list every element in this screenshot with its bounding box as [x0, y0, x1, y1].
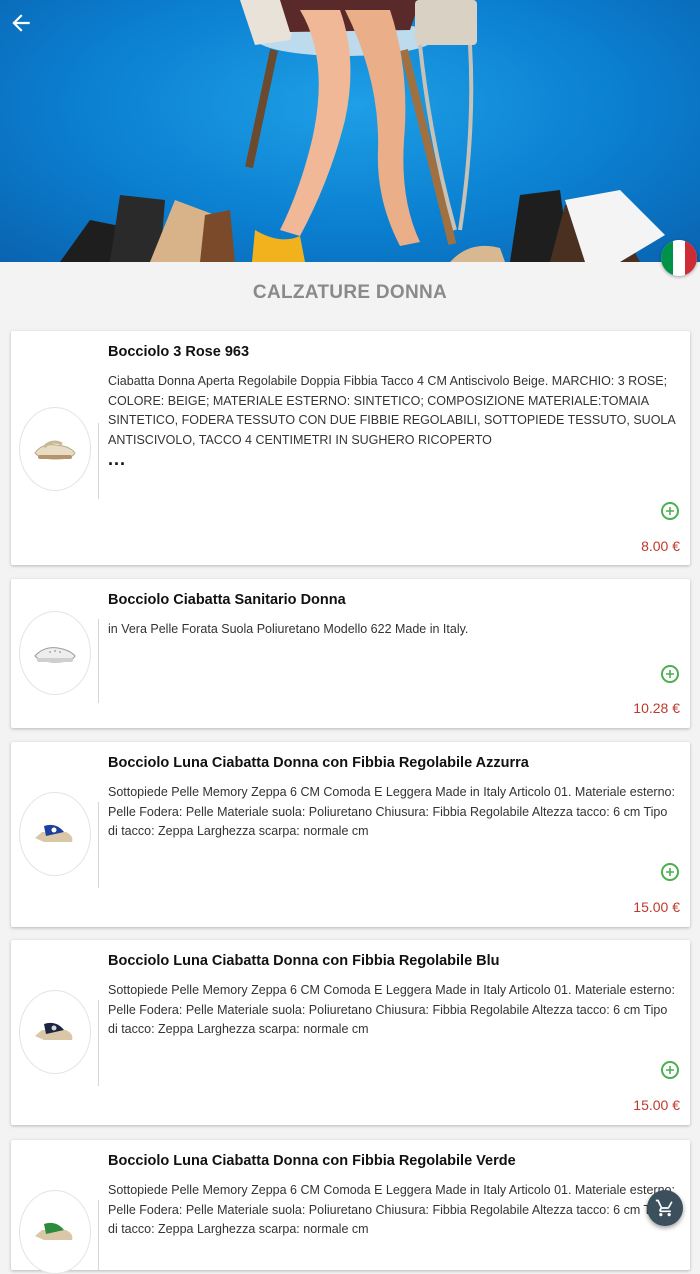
product-description: Sottopiede Pelle Memory Zeppa 6 CM Comod… [108, 785, 675, 838]
plus-icon [666, 1066, 674, 1074]
card-divider [98, 619, 99, 703]
add-to-cart-button[interactable] [661, 863, 679, 881]
product-title[interactable]: Bocciolo Ciabatta Sanitario Donna [108, 592, 680, 608]
plus-icon [666, 507, 674, 515]
product-card[interactable]: Bocciolo Luna Ciabatta Donna con Fibbia … [11, 1140, 690, 1274]
product-thumbnail[interactable] [19, 990, 91, 1074]
plus-icon [666, 868, 674, 876]
card-divider [98, 1200, 99, 1270]
more-indicator: ... [108, 449, 127, 469]
product-description: in Vera Pelle Forata Suola Poliuretano M… [108, 622, 469, 636]
add-to-cart-button[interactable] [661, 1061, 679, 1079]
card-divider [98, 423, 99, 499]
page-title: CALZATURE DONNA [252, 282, 448, 303]
product-title[interactable]: Bocciolo 3 Rose 963 [108, 344, 680, 360]
sandal-image [34, 440, 76, 460]
product-price: 8.00 € [641, 538, 680, 554]
plus-icon [666, 670, 674, 678]
add-to-cart-button[interactable] [661, 665, 679, 683]
product-description: Ciabatta Donna Aperta Regolabile Doppia … [108, 374, 676, 447]
language-flag-italy[interactable] [661, 240, 697, 276]
sandal-image [34, 647, 76, 663]
product-title[interactable]: Bocciolo Luna Ciabatta Donna con Fibbia … [108, 953, 680, 969]
sandal-image [35, 824, 73, 842]
product-thumbnail[interactable] [19, 792, 91, 876]
product-description: Sottopiede Pelle Memory Zeppa 6 CM Comod… [108, 1183, 675, 1236]
product-card[interactable]: Bocciolo Luna Ciabatta Donna con Fibbia … [11, 940, 690, 1125]
sandal-image [35, 1022, 73, 1040]
product-thumbnail[interactable] [19, 1190, 91, 1274]
arrow-left-icon [12, 14, 30, 32]
hero-banner [0, 0, 700, 262]
shopping-cart-icon [655, 1199, 673, 1217]
product-price: 10.28 € [633, 700, 680, 716]
add-to-cart-button[interactable] [661, 502, 679, 520]
back-button[interactable] [8, 10, 42, 44]
hero-photo-illustration [60, 0, 665, 262]
flag-stripe-white [673, 240, 685, 276]
product-price: 15.00 € [633, 899, 680, 915]
product-thumbnail[interactable] [19, 611, 91, 695]
product-card[interactable]: Bocciolo 3 Rose 963 Ciabatta Donna Apert… [11, 331, 690, 565]
product-title[interactable]: Bocciolo Luna Ciabatta Donna con Fibbia … [108, 1153, 680, 1169]
cart-button[interactable] [647, 1190, 683, 1226]
product-price: 15.00 € [633, 1097, 680, 1113]
product-card[interactable]: Bocciolo Luna Ciabatta Donna con Fibbia … [11, 742, 690, 927]
sandal-image [35, 1222, 73, 1240]
product-thumbnail[interactable] [19, 407, 91, 491]
card-divider [98, 1000, 99, 1086]
product-description: Sottopiede Pelle Memory Zeppa 6 CM Comod… [108, 983, 675, 1036]
product-card[interactable]: Bocciolo Ciabatta Sanitario Donna in Ver… [11, 579, 690, 728]
card-divider [98, 802, 99, 888]
product-title[interactable]: Bocciolo Luna Ciabatta Donna con Fibbia … [108, 755, 680, 771]
